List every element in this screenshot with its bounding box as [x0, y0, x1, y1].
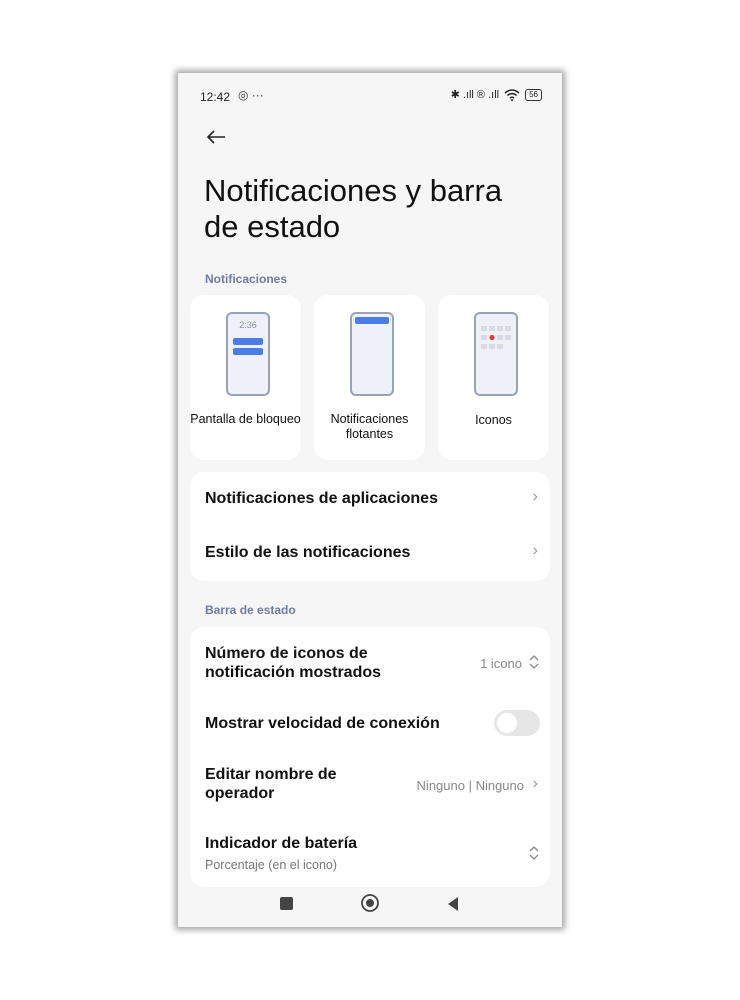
row-label: Mostrar velocidad de conexión [205, 715, 440, 732]
battery-icon: 56 [525, 88, 542, 101]
section-label-barra-de-estado: Barra de estado [205, 603, 296, 617]
card-lock-screen[interactable]: 2:36 Pantalla de bloqueo [190, 295, 301, 460]
arrow-left-icon [206, 130, 225, 144]
row-label: Editar nombre de operador [205, 766, 337, 802]
chevron-right-icon: › [532, 488, 538, 505]
card-label: Notificaciones flotantes [330, 412, 409, 441]
status-bar-settings-group: Número de iconos de notificación mostrad… [190, 627, 550, 887]
section-label-notificaciones: Notificaciones [205, 272, 288, 286]
notifications-settings-group: Notificaciones de aplicaciones › Estilo … [190, 472, 550, 581]
card-floating-notifications[interactable]: Notificaciones flotantes [314, 295, 425, 460]
card-label: Iconos [475, 413, 512, 427]
row-label: Estilo de las notificaciones [205, 544, 411, 561]
square-icon[interactable] [280, 897, 293, 910]
page-title: Notificaciones y barra de estado [204, 173, 503, 244]
row-label: Notificaciones de aplicaciones [205, 490, 438, 507]
lock-screen-mock-icon: 2:36 [226, 312, 270, 396]
row-notification-icon-count[interactable]: Número de iconos de notificación mostrad… [205, 627, 540, 697]
row-connection-speed[interactable]: Mostrar velocidad de conexión [205, 707, 540, 747]
phone-screen: 12:42 ◎ ··· ✱ .ıll ® .ıll 56 Notificacio… [178, 73, 562, 927]
row-app-notifications[interactable]: Notificaciones de aplicaciones › [205, 472, 540, 526]
row-value: 1 icono [480, 656, 522, 671]
mock-time: 2:36 [239, 320, 257, 330]
status-left-icons: ◎ ··· [238, 88, 264, 102]
chevron-right-icon: › [532, 775, 538, 792]
chevron-updown-icon [529, 846, 539, 860]
card-label: Pantalla de bloqueo [190, 412, 301, 426]
row-label: Número de iconos de notificación mostrad… [205, 645, 382, 681]
navigation-bar [178, 885, 562, 927]
row-battery-indicator[interactable]: Indicador de batería Porcentaje (en el i… [205, 827, 540, 881]
status-bar: 12:42 ◎ ··· ✱ .ıll ® .ıll 56 [178, 73, 562, 121]
wifi-icon [504, 88, 520, 101]
signal-icons: ✱ .ıll ® .ıll [450, 89, 500, 101]
circle-icon[interactable] [360, 893, 380, 913]
icons-mock-icon [474, 312, 518, 396]
row-notification-style[interactable]: Estilo de las notificaciones › [205, 526, 540, 580]
card-icons[interactable]: Iconos [438, 295, 549, 460]
back-button[interactable] [204, 125, 232, 153]
notification-style-cards: 2:36 Pantalla de bloqueo Notificaciones … [190, 295, 550, 460]
row-edit-carrier-name[interactable]: Editar nombre de operador Ninguno | Ning… [205, 759, 540, 813]
floating-notification-mock-icon [350, 312, 394, 396]
chevron-right-icon: › [532, 542, 538, 559]
triangle-left-icon[interactable] [446, 896, 460, 912]
row-label: Indicador de batería [205, 835, 358, 852]
status-time: 12:42 [200, 90, 231, 104]
status-right-icons: ✱ .ıll ® .ıll 56 [451, 88, 542, 101]
row-sublabel: Porcentaje (en el icono) [205, 858, 338, 872]
chevron-updown-icon [529, 655, 539, 669]
row-value: Ninguno | Ninguno [416, 778, 524, 793]
connection-speed-toggle[interactable] [494, 710, 540, 736]
toggle-knob [497, 713, 517, 733]
